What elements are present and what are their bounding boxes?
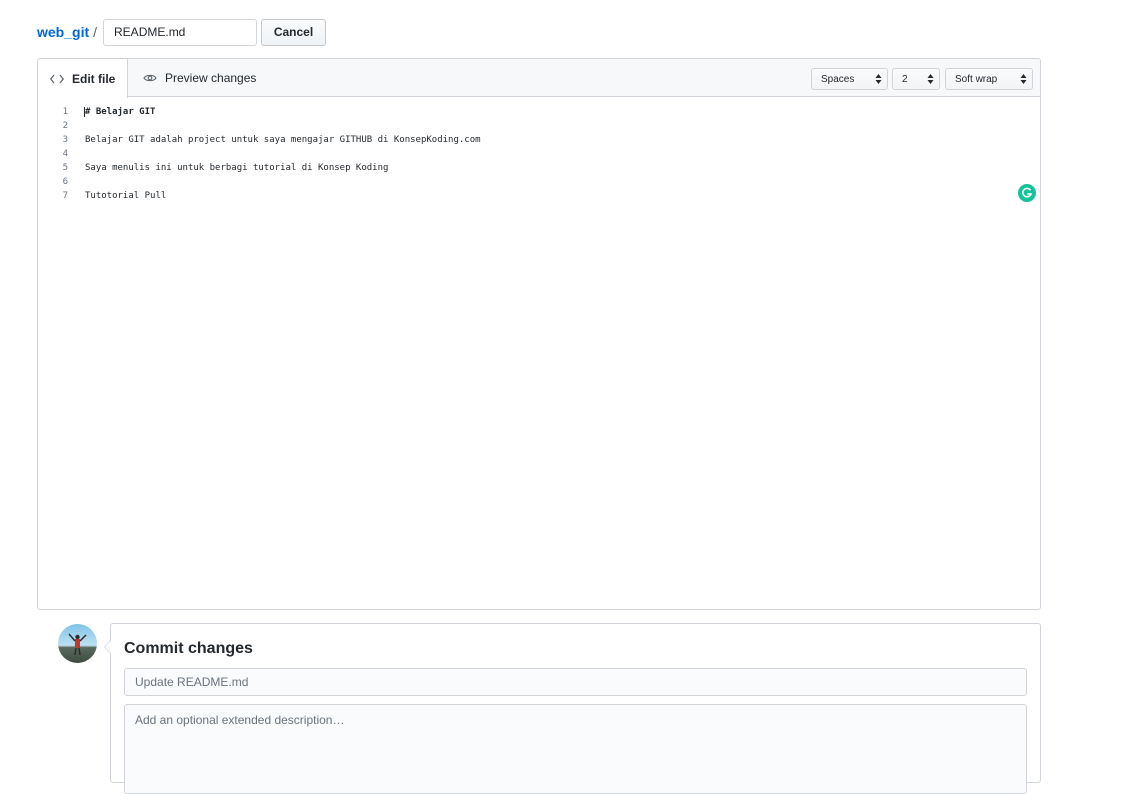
commit-title: Commit changes [124, 640, 253, 657]
indent-size-value: 2 [902, 73, 908, 85]
line-text: Tutotorial Pull [85, 191, 167, 201]
code-line: 1 # Belajar GIT [38, 105, 1040, 119]
line-text: Saya menulis ini untuk berbagi tutorial … [85, 163, 389, 173]
line-number: 5 [62, 163, 68, 173]
indent-mode-value: Spaces [821, 73, 855, 85]
editor-toolbar: Edit file Preview changes Spaces 2 Soft [38, 59, 1040, 98]
tab-preview-changes[interactable]: Preview changes [143, 59, 256, 97]
code-line: 3 Belajar GIT adalah project untuk saya … [38, 133, 1040, 147]
tab-edit-file-label: Edit file [72, 71, 116, 86]
code-editor[interactable]: 1 # Belajar GIT 2 3 Belajar GIT adalah p… [38, 105, 1040, 203]
commit-box-pointer-inner [105, 641, 111, 653]
tab-edit-file[interactable]: Edit file [38, 59, 128, 98]
breadcrumb-separator: / [93, 24, 98, 40]
wrap-mode-select[interactable]: Soft wrap [945, 68, 1033, 90]
code-line: 2 [38, 119, 1040, 133]
indent-mode-select[interactable]: Spaces [811, 68, 888, 90]
select-arrows-icon [1020, 74, 1027, 84]
commit-summary-input[interactable] [124, 668, 1027, 696]
code-line: 6 [38, 175, 1040, 189]
grammarly-icon[interactable] [1018, 184, 1036, 202]
select-arrows-icon [875, 74, 882, 84]
code-icon [50, 74, 64, 83]
repo-link[interactable]: web_git [37, 24, 89, 40]
code-line: 5 Saya menulis ini untuk berbagi tutoria… [38, 161, 1040, 175]
wrap-mode-value: Soft wrap [955, 73, 998, 85]
file-editor: Edit file Preview changes Spaces 2 Soft [37, 58, 1041, 610]
commit-description-textarea[interactable] [124, 704, 1027, 794]
grammarly-g-icon [1022, 187, 1033, 198]
line-number: 2 [62, 121, 68, 131]
indent-size-select[interactable]: 2 [892, 68, 940, 90]
commit-panel: Commit changes [110, 623, 1041, 794]
filename-input[interactable] [103, 18, 258, 46]
cancel-button[interactable]: Cancel [261, 18, 327, 46]
line-number: 6 [62, 177, 68, 187]
avatar [58, 624, 97, 663]
tab-preview-changes-label: Preview changes [165, 71, 257, 85]
breadcrumb: web_git / Cancel [37, 18, 327, 46]
select-arrows-icon [927, 74, 934, 84]
line-number: 1 [62, 107, 68, 117]
line-number: 7 [62, 191, 68, 201]
line-text: Belajar GIT adalah project untuk saya me… [85, 135, 481, 145]
eye-icon [143, 74, 157, 82]
line-text: # Belajar GIT [84, 107, 156, 117]
code-line: 7 Tutotorial Pull [38, 189, 1040, 203]
line-number: 4 [62, 149, 68, 159]
line-number: 3 [62, 135, 68, 145]
code-line: 4 [38, 147, 1040, 161]
